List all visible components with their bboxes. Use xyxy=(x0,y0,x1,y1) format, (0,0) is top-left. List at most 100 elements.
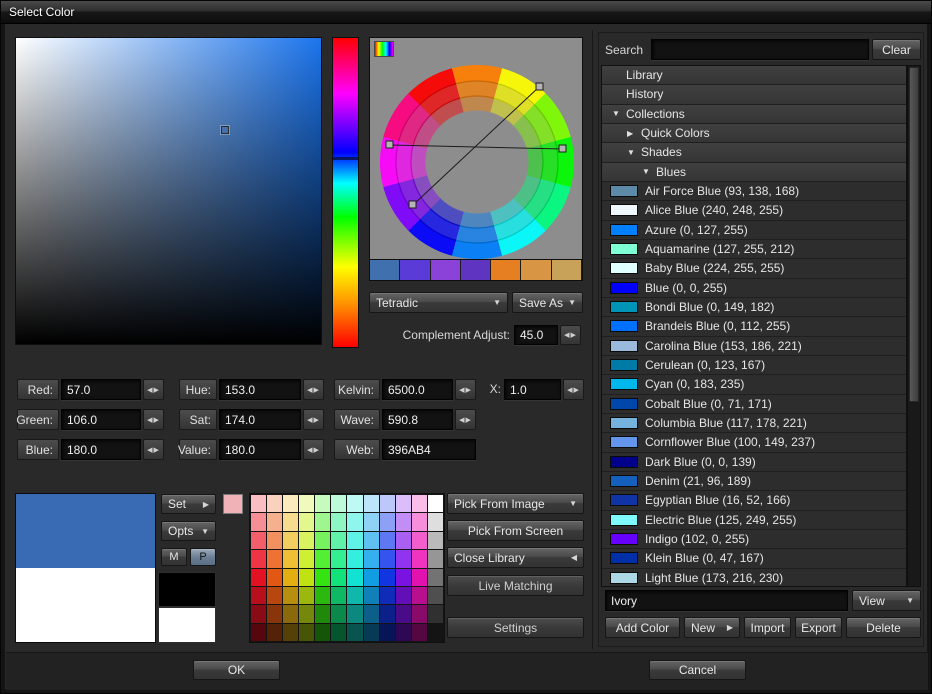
scrollbar-thumb[interactable] xyxy=(909,67,919,402)
palette-cell[interactable] xyxy=(299,513,314,530)
palette-cell[interactable] xyxy=(315,624,330,641)
palette-cell[interactable] xyxy=(380,495,395,512)
opts-button[interactable]: Opts ▼ xyxy=(161,521,216,541)
palette-cell[interactable] xyxy=(267,532,282,549)
export-button[interactable]: Export xyxy=(795,617,842,638)
scheme-mode-dropdown[interactable]: Tetradic ▼ xyxy=(369,292,508,313)
blue-label[interactable]: Blue: xyxy=(17,439,59,460)
wave-stepper[interactable]: ◀▶ xyxy=(455,409,476,430)
palette-cell[interactable] xyxy=(267,495,282,512)
value-label[interactable]: Value: xyxy=(179,439,217,460)
palette-cell[interactable] xyxy=(396,587,411,604)
color-list-item[interactable]: Cyan (0, 183, 235) xyxy=(602,375,906,394)
sat-label[interactable]: Sat: xyxy=(179,409,217,430)
color-list-item[interactable]: Electric Blue (125, 249, 255) xyxy=(602,511,906,530)
palette-cell[interactable] xyxy=(364,513,379,530)
search-input[interactable] xyxy=(651,39,869,60)
tree-item[interactable]: History xyxy=(602,85,906,104)
color-list-item[interactable]: Aquamarine (127, 255, 212) xyxy=(602,240,906,259)
color-list-item[interactable]: Columbia Blue (117, 178, 221) xyxy=(602,414,906,433)
expanded-arrow-icon[interactable]: ▼ xyxy=(627,148,641,157)
palette-cell[interactable] xyxy=(251,569,266,586)
hue-strip[interactable] xyxy=(332,37,359,348)
color-list-item[interactable]: Bondi Blue (0, 149, 182) xyxy=(602,298,906,317)
wave-label[interactable]: Wave: xyxy=(334,409,380,430)
green-input[interactable] xyxy=(61,409,141,430)
palette-cell[interactable] xyxy=(364,569,379,586)
harmony-swatch[interactable] xyxy=(552,260,582,280)
tree-item[interactable]: ▼Collections xyxy=(602,105,906,124)
palette-cell[interactable] xyxy=(251,605,266,622)
color-list-item[interactable]: Air Force Blue (93, 138, 168) xyxy=(602,182,906,201)
harmony-swatch[interactable] xyxy=(491,260,521,280)
ok-button[interactable]: OK xyxy=(193,660,280,680)
color-list-item[interactable]: Alice Blue (240, 248, 255) xyxy=(602,201,906,220)
tree-item[interactable]: ▼Blues xyxy=(602,163,906,182)
view-button[interactable]: View ▼ xyxy=(852,590,921,611)
palette-cell[interactable] xyxy=(299,550,314,567)
palette-cell[interactable] xyxy=(283,569,298,586)
palette-cell[interactable] xyxy=(412,550,427,567)
cancel-button[interactable]: Cancel xyxy=(649,660,746,680)
palette-cell[interactable] xyxy=(331,532,346,549)
palette-cell[interactable] xyxy=(380,513,395,530)
palette-cell[interactable] xyxy=(283,495,298,512)
color-list-item[interactable]: Cobalt Blue (0, 71, 171) xyxy=(602,395,906,414)
import-button[interactable]: Import xyxy=(744,617,791,638)
palette-cell[interactable] xyxy=(283,587,298,604)
palette-cell[interactable] xyxy=(267,569,282,586)
tree-item[interactable]: ▶Quick Colors xyxy=(602,124,906,143)
color-wheel-panel[interactable] xyxy=(369,37,583,259)
palette-cell[interactable] xyxy=(428,569,443,586)
saturation-value-picker[interactable] xyxy=(15,37,322,345)
palette-cell[interactable] xyxy=(315,587,330,604)
blue-stepper[interactable]: ◀▶ xyxy=(143,439,164,460)
palette-cell[interactable] xyxy=(428,513,443,530)
sat-stepper[interactable]: ◀▶ xyxy=(303,409,324,430)
palette-cell[interactable] xyxy=(331,569,346,586)
palette-cell[interactable] xyxy=(380,605,395,622)
close-library-button[interactable]: Close Library ◀ xyxy=(447,547,584,568)
green-label[interactable]: Green: xyxy=(17,409,59,430)
palette-cell[interactable] xyxy=(267,513,282,530)
expanded-arrow-icon[interactable]: ▼ xyxy=(612,109,626,118)
set-button[interactable]: Set ▶ xyxy=(161,494,216,514)
palette-cell[interactable] xyxy=(364,495,379,512)
save-as-button[interactable]: Save As ▼ xyxy=(512,292,583,313)
palette-cell[interactable] xyxy=(396,550,411,567)
palette-cell[interactable] xyxy=(315,605,330,622)
hue-marker[interactable] xyxy=(333,157,358,160)
titlebar[interactable]: Select Color xyxy=(1,1,931,24)
value-input[interactable] xyxy=(219,439,301,460)
settings-button[interactable]: Settings xyxy=(447,617,584,638)
palette-cell[interactable] xyxy=(347,569,362,586)
palette-cell[interactable] xyxy=(299,605,314,622)
palette-cell[interactable] xyxy=(412,569,427,586)
palette-cell[interactable] xyxy=(315,569,330,586)
kelvin-input[interactable] xyxy=(382,379,453,400)
palette-cell[interactable] xyxy=(283,550,298,567)
palette-cell[interactable] xyxy=(267,605,282,622)
palette-cell[interactable] xyxy=(283,624,298,641)
palette-cell[interactable] xyxy=(380,587,395,604)
palette-cell[interactable] xyxy=(347,513,362,530)
color-list-item[interactable]: Baby Blue (224, 255, 255) xyxy=(602,259,906,278)
palette-cell[interactable] xyxy=(412,495,427,512)
palette-cell[interactable] xyxy=(396,569,411,586)
palette-cell[interactable] xyxy=(251,513,266,530)
palette-cell[interactable] xyxy=(412,605,427,622)
palette-cell[interactable] xyxy=(428,624,443,641)
palette-cell[interactable] xyxy=(283,513,298,530)
palette-cell[interactable] xyxy=(347,587,362,604)
palette-cell[interactable] xyxy=(428,587,443,604)
recent-swatch[interactable] xyxy=(223,494,243,514)
hue-stepper[interactable]: ◀▶ xyxy=(303,379,324,400)
palette-cell[interactable] xyxy=(267,550,282,567)
palette-cell[interactable] xyxy=(428,550,443,567)
palette-cell[interactable] xyxy=(347,605,362,622)
color-list-item[interactable]: Carolina Blue (153, 186, 221) xyxy=(602,337,906,356)
color-list-item[interactable]: Denim (21, 96, 189) xyxy=(602,472,906,491)
palette-cell[interactable] xyxy=(396,532,411,549)
harmony-swatch[interactable] xyxy=(400,260,430,280)
palette-cell[interactable] xyxy=(347,495,362,512)
